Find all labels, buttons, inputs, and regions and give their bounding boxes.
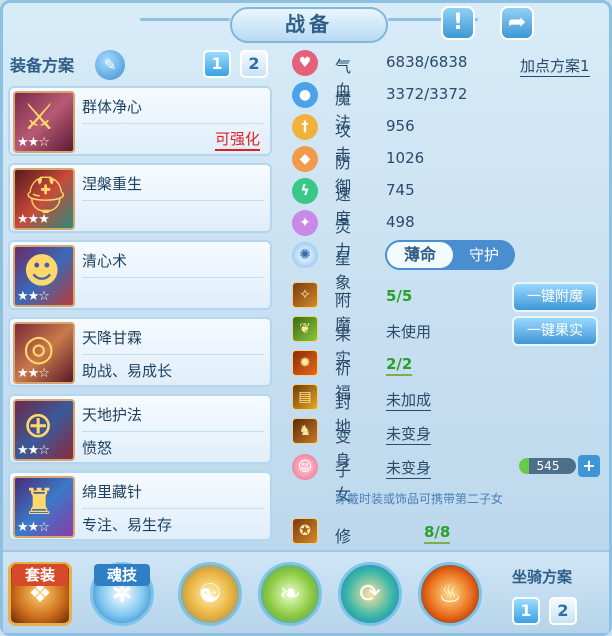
one-click-fruit-button[interactable]: 一键果实 xyxy=(512,316,598,346)
extra-value: 5/5 xyxy=(386,287,413,305)
divider xyxy=(82,431,264,432)
equip-skill-name: 清心术 xyxy=(82,252,128,270)
equip-card[interactable]: ⊕ ★★☆ 天地护法 愤怒 xyxy=(8,394,272,464)
stat-value: 1026 xyxy=(386,149,425,167)
equip-skill-name: 天降甘霖 xyxy=(82,329,143,347)
blessing-icon: ✹ xyxy=(292,350,318,376)
page-title: 战备 xyxy=(230,7,388,43)
extra-value[interactable]: 2/2 xyxy=(386,355,413,376)
pencil-icon[interactable]: ✎ xyxy=(95,50,125,80)
enhance-link[interactable]: 可强化 xyxy=(214,128,260,151)
mount-plan-2-button[interactable]: 2 xyxy=(549,597,577,625)
child-icon: ☺ xyxy=(292,454,318,480)
sword-icon: † xyxy=(292,114,318,140)
lightning-icon: ϟ xyxy=(292,178,318,204)
transform-icon: ♞ xyxy=(292,418,318,444)
mount-plan-1-button[interactable]: 1 xyxy=(512,597,540,625)
star-option-bo-ming[interactable]: 薄命 xyxy=(387,242,453,268)
equip-plan-1-button[interactable]: 1 xyxy=(203,50,231,78)
stat-value: 6838/6838 xyxy=(386,53,468,71)
belt-icon: ⊕ ★★☆ xyxy=(13,399,75,461)
equip-card[interactable]: ⚔ ★★☆ 群体净心 可强化 xyxy=(8,86,272,156)
fruit-icon: ❦ xyxy=(292,316,318,342)
equip-skill-name: 涅槃重生 xyxy=(82,175,143,193)
equip-skill-name: 绵里藏针 xyxy=(82,483,143,501)
armor-icon: ♜ ★★☆ xyxy=(13,476,75,538)
spirit-icon: ✦ xyxy=(292,210,318,236)
star-sign-toggle[interactable]: 薄命 守护 xyxy=(385,240,515,270)
share-icon[interactable]: ➦ xyxy=(500,6,534,40)
tab-soul-skill[interactable]: 魂技 xyxy=(94,564,150,586)
heart-icon: ♥ xyxy=(292,50,318,76)
extra-value[interactable]: 未变身 xyxy=(386,423,432,445)
mask-icon: ☻ ★★☆ xyxy=(13,245,75,307)
extra-value[interactable]: 未加成 xyxy=(386,389,432,411)
equip-card[interactable]: ☻ ★★☆ 清心术 xyxy=(8,240,272,310)
awaken-icon: ✪ xyxy=(292,518,318,544)
equip-plan-2-button[interactable]: 2 xyxy=(240,50,268,78)
equip-trait: 助战、易成长 xyxy=(82,362,173,380)
dragon-skill-icon[interactable]: ⟳ xyxy=(338,562,402,626)
equip-plan-label: 装备方案 xyxy=(10,56,75,75)
necklace-icon: ◎ ★★☆ xyxy=(13,322,75,384)
alert-icon[interactable]: ! xyxy=(441,6,475,40)
stat-value: 498 xyxy=(386,213,415,231)
stat-value: 956 xyxy=(386,117,415,135)
mount-plan-label: 坐骑方案 xyxy=(512,568,573,586)
divider xyxy=(82,354,264,355)
tab-outfit-set[interactable]: 套装 xyxy=(12,564,68,586)
equip-skill-name: 天地护法 xyxy=(82,406,143,424)
fire-skill-icon[interactable]: ♨ xyxy=(418,562,482,626)
awaken-value[interactable]: 8/8 xyxy=(424,523,451,544)
mana-icon: ● xyxy=(292,82,318,108)
helmet-icon: ⛑ ★★★ xyxy=(13,168,75,230)
extra-value: 未使用 xyxy=(386,323,432,341)
star-option-shou-hu[interactable]: 守护 xyxy=(455,242,513,268)
leaf-skill-icon[interactable]: ❧ xyxy=(258,562,322,626)
divider xyxy=(82,508,264,509)
enchant-icon: ✧ xyxy=(292,282,318,308)
equip-trait: 愤怒 xyxy=(82,439,113,457)
star-sign-icon: ✺ xyxy=(292,242,318,268)
meditation-skill-icon[interactable]: ☯ xyxy=(178,562,242,626)
stat-value: 745 xyxy=(386,181,415,199)
stat-plan-link[interactable]: 加点方案1 xyxy=(520,55,590,77)
equip-card[interactable]: ⛑ ★★★ 涅槃重生 xyxy=(8,163,272,233)
shield-icon: ◆ xyxy=(292,146,318,172)
divider xyxy=(82,123,264,124)
stat-value: 3372/3372 xyxy=(386,85,468,103)
fief-icon: ▤ xyxy=(292,384,318,410)
weapon-icon: ⚔ ★★☆ xyxy=(13,91,75,153)
title-ornament-left xyxy=(140,18,230,21)
equip-card[interactable]: ◎ ★★☆ 天降甘霖 助战、易成长 xyxy=(8,317,272,387)
child-points-bar-fill xyxy=(519,458,529,474)
divider xyxy=(82,277,264,278)
equip-skill-name: 群体净心 xyxy=(82,98,143,116)
equip-card[interactable]: ♜ ★★☆ 绵里藏针 专注、易生存 xyxy=(8,471,272,541)
extra-value[interactable]: 未变身 xyxy=(386,457,432,479)
divider xyxy=(82,200,264,201)
one-click-enchant-button[interactable]: 一键附魔 xyxy=(512,282,598,312)
equip-trait: 专注、易生存 xyxy=(82,516,173,534)
add-child-points-button[interactable]: + xyxy=(578,455,600,477)
second-child-hint: 穿戴时装或饰品可携带第二子女 xyxy=(335,492,504,506)
